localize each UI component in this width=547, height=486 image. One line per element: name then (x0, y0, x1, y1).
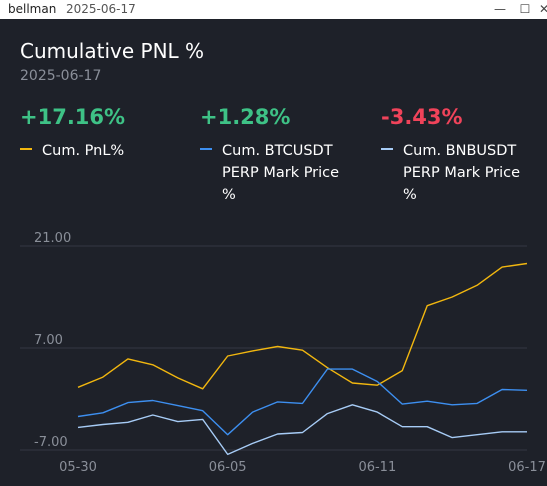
y-tick-label: 7.00 (34, 333, 63, 348)
series-line-1 (77, 368, 528, 436)
y-tick-label: -7.00 (34, 435, 68, 450)
series-line-2 (77, 404, 527, 456)
x-tick-label: 05-30 (59, 460, 97, 475)
x-tick-label: 06-05 (209, 460, 247, 475)
window-title-date: 2025-06-17 (66, 2, 136, 16)
maximize-icon[interactable]: ☐ (517, 1, 533, 17)
close-icon[interactable]: ✕ (536, 1, 547, 17)
y-tick-label: 21.00 (34, 231, 71, 246)
pnl-line-chart: 21.00 7.00 -7.00 05-30 06-05 06-11 06-17 (20, 231, 546, 475)
x-tick-label: 06-17 (508, 460, 546, 475)
minimize-icon[interactable]: — (492, 1, 508, 17)
window-titlebar: bellman 2025-06-17 — ☐ ✕ (0, 0, 547, 19)
pnl-panel: Cumulative PNL % 2025-06-17 +17.16% +1.2… (0, 19, 547, 486)
series-line-0 (77, 262, 528, 390)
x-tick-label: 06-11 (358, 460, 396, 475)
app-name: bellman (8, 2, 57, 16)
